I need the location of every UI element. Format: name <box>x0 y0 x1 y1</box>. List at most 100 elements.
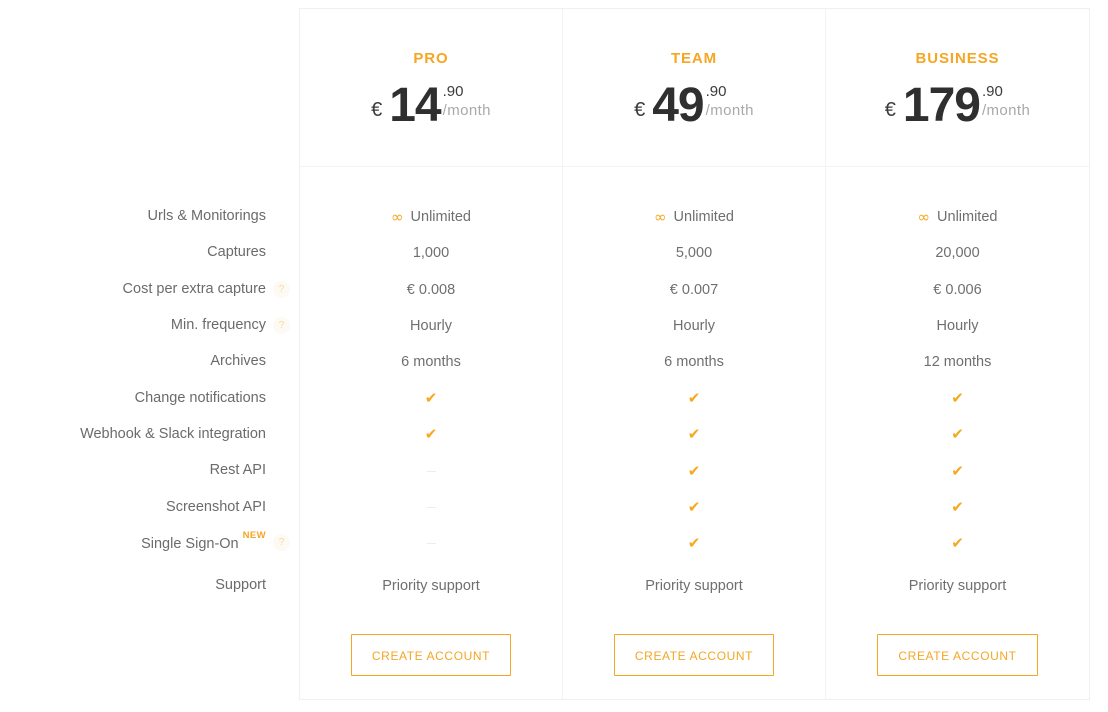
feature-label-text: Cost per extra capture <box>122 280 266 297</box>
pricing-table: Urls & Monitorings Captures Cost per extra… <box>0 0 1108 712</box>
plan-value-row: Priority support <box>563 568 825 604</box>
plan-value-row: ✔ <box>300 380 562 416</box>
cta-wrapper: CREATE ACCOUNT <box>563 634 825 677</box>
plan-value-text: 12 months <box>923 354 992 371</box>
price-cents: .90 <box>705 83 727 100</box>
plan-value-row: Hourly <box>300 308 562 344</box>
plan-value-text: 6 months <box>664 354 724 371</box>
plan-value-text: Priority support <box>908 578 1007 595</box>
plan-value-row: € 0.007 <box>563 272 825 308</box>
plan-value-row: € 0.006 <box>826 272 1089 308</box>
plan-name: TEAM <box>670 50 718 67</box>
feature-label-wrapper: Webhook & Slack integration <box>80 426 266 442</box>
plan-value-row <box>300 453 562 489</box>
plan-value-row: Hourly <box>826 308 1089 344</box>
plan-value-row: ✔ <box>563 417 825 453</box>
plan-value-text: Priority support <box>645 578 743 595</box>
plan-value-row <box>300 526 562 562</box>
plan-header: PRO €14.90/month <box>300 9 562 167</box>
price-period: /month <box>442 101 491 119</box>
plan-value-row: 12 months <box>826 344 1089 380</box>
help-icon[interactable]: ? <box>273 317 290 335</box>
plan-column-team: TEAM €49.90/month ∞ Unlimited 5,000 € 0.007 Ho… <box>563 9 826 699</box>
check-icon: ✔ <box>687 534 701 553</box>
feature-label-row: Archives <box>0 343 266 379</box>
check-icon: ✔ <box>424 425 438 444</box>
price-period: /month <box>981 101 1031 119</box>
infinity-icon: ∞ <box>654 207 667 226</box>
feature-label-row: Webhook & Slack integration <box>0 416 266 452</box>
feature-label-wrapper: Change notifications <box>135 390 266 406</box>
plan-value-row: 20,000 <box>826 235 1089 271</box>
plan-price: €179.90/month <box>826 79 1089 132</box>
check-icon: ✔ <box>424 389 438 408</box>
feature-label-text: Min. frequency <box>170 317 266 334</box>
price-amount: 179 <box>902 79 981 132</box>
price-fraction-wrapper: .90/month <box>704 82 754 120</box>
plan-value-text: Unlimited <box>937 209 998 226</box>
feature-label-wrapper: Cost per extra capture? <box>122 280 290 298</box>
feature-label-text: Support <box>215 577 266 594</box>
plan-value-row: Priority support <box>300 568 562 604</box>
feature-label-column: Urls & Monitorings Captures Cost per extra… <box>0 198 290 603</box>
check-icon: ✔ <box>951 389 964 408</box>
price-cents: .90 <box>442 83 464 100</box>
plan-column-business: BUSINESS €179.90/month ∞ Unlimited 20,000 € 0… <box>826 9 1089 699</box>
feature-label-text: Change notifications <box>134 389 266 406</box>
check-icon: ✔ <box>687 425 701 444</box>
plan-value-row: ✔ <box>563 453 825 489</box>
currency-symbol: € <box>371 99 383 121</box>
create-account-button[interactable]: CREATE ACCOUNT <box>613 634 775 677</box>
plan-value-text: 6 months <box>401 354 461 371</box>
check-icon: ✔ <box>951 534 964 553</box>
feature-label-row: Cost per extra capture? <box>0 271 290 307</box>
new-badge: NEW <box>242 529 266 541</box>
plan-header: BUSINESS €179.90/month <box>826 9 1089 167</box>
feature-label-wrapper: Min. frequency? <box>170 317 290 335</box>
feature-label-wrapper: Support <box>215 577 266 593</box>
dash-icon <box>426 470 436 472</box>
check-icon: ✔ <box>687 461 701 480</box>
plan-value-row: ∞ Unlimited <box>300 199 562 235</box>
feature-label-text: Rest API <box>209 462 266 479</box>
plan-price: €14.90/month <box>300 81 562 129</box>
plan-value-row: € 0.008 <box>300 272 562 308</box>
plan-name: PRO <box>413 50 449 67</box>
plan-value-text: 1,000 <box>412 245 450 262</box>
feature-label-row: Captures <box>0 234 266 270</box>
price-fraction-wrapper: .90/month <box>441 82 491 120</box>
plan-value-row: ✔ <box>826 453 1089 489</box>
price-cents: .90 <box>981 83 1003 100</box>
plan-value-row: Hourly <box>563 308 825 344</box>
feature-label-text: Archives <box>210 353 266 370</box>
create-account-button[interactable]: CREATE ACCOUNT <box>877 634 1038 677</box>
plan-value-text: 20,000 <box>935 245 980 262</box>
feature-label-row: Rest API <box>0 452 266 488</box>
help-icon[interactable]: ? <box>273 533 290 551</box>
currency-symbol: € <box>884 99 896 121</box>
feature-label-wrapper: Archives <box>210 353 266 369</box>
currency-symbol: € <box>634 99 646 121</box>
dash-icon <box>426 507 436 509</box>
plan-value-row: ✔ <box>563 526 825 562</box>
plan-value-row: ✔ <box>826 489 1089 525</box>
feature-label-text: Webhook & Slack integration <box>80 425 266 442</box>
feature-label-text: Single Sign-On <box>141 535 239 552</box>
plan-value-text: 5,000 <box>675 245 713 262</box>
feature-label-wrapper: Single Sign-OnNEW? <box>141 530 290 552</box>
plan-value-text: € 0.007 <box>669 281 719 298</box>
feature-label-text: Screenshot API <box>166 498 266 515</box>
feature-label-text: Urls & Monitorings <box>147 208 266 225</box>
cta-wrapper: CREATE ACCOUNT <box>300 634 562 677</box>
feature-label-row: Urls & Monitorings <box>0 198 266 234</box>
help-icon[interactable]: ? <box>273 280 290 298</box>
plan-value-row: Priority support <box>826 568 1089 604</box>
feature-label-wrapper: Rest API <box>210 462 266 478</box>
feature-label-text: Captures <box>207 244 266 261</box>
plan-value-row: 5,000 <box>563 235 825 271</box>
plan-value-row: ✔ <box>563 489 825 525</box>
create-account-button[interactable]: CREATE ACCOUNT <box>350 634 512 677</box>
price-amount: 49 <box>652 79 704 132</box>
price-period: /month <box>705 101 754 119</box>
plans-card: PRO €14.90/month ∞ Unlimited 1,000 € 0.008 Hou… <box>299 8 1090 700</box>
